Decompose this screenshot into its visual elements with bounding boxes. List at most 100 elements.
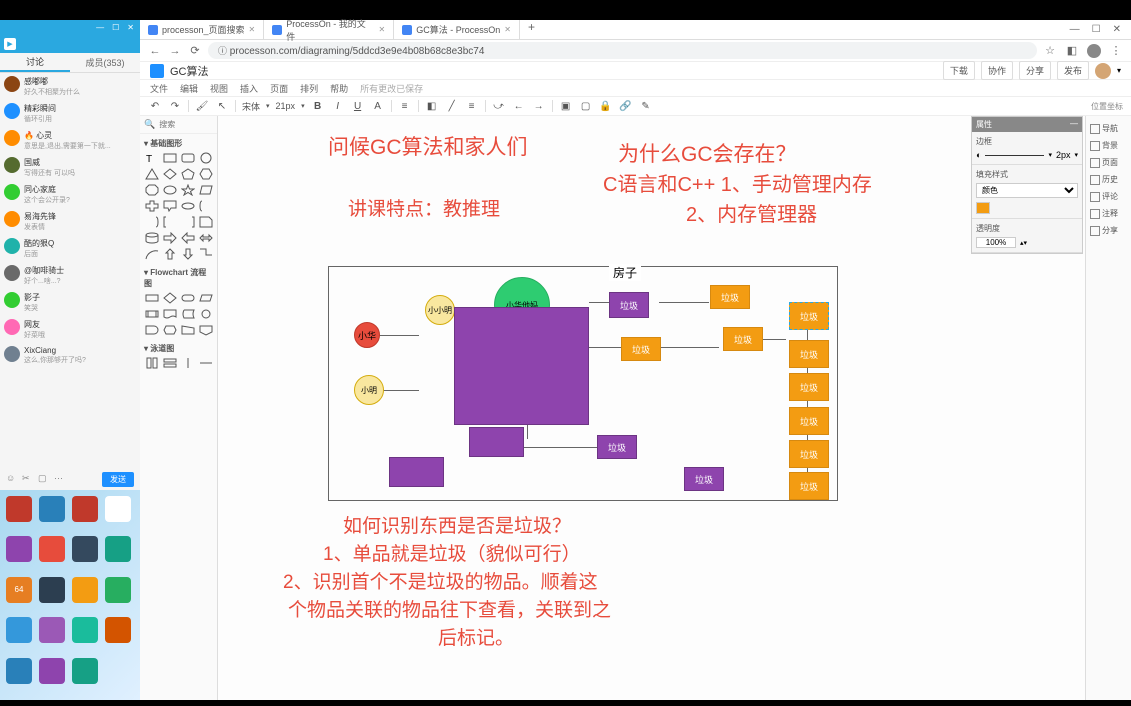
brush-icon[interactable]: 🖌 (195, 99, 209, 113)
browser-tab[interactable]: GC算法 - ProcessOn✕ (394, 20, 520, 39)
shape-parallelogram[interactable] (198, 183, 214, 197)
underline-icon[interactable]: U (351, 99, 365, 113)
app-logo-icon[interactable] (150, 64, 164, 78)
diagram-text[interactable]: 1、单品就是垃圾（貌似可行） (323, 539, 581, 566)
node-rect-selected[interactable]: 垃圾 (789, 302, 829, 330)
shape-stored[interactable] (180, 307, 196, 321)
desk-icon[interactable] (105, 536, 131, 562)
download-button[interactable]: 下载 (943, 61, 975, 80)
desk-icon[interactable] (6, 496, 32, 522)
shape-arrow-lr[interactable] (198, 231, 214, 245)
bold-icon[interactable]: B (311, 99, 325, 113)
node-rect[interactable] (469, 427, 524, 457)
chat-item[interactable]: 精彩瞬间循环引用 (0, 100, 140, 127)
chat-item[interactable]: 🔥 心灵意思是,退出,需要第一下就... (0, 127, 140, 154)
desk-icon[interactable] (39, 577, 65, 603)
shape-connector[interactable] (198, 307, 214, 321)
chat-tab-discuss[interactable]: 讨论 (0, 53, 70, 72)
chat-item[interactable]: @咖啡骑士好个...啥...? (0, 262, 140, 289)
node-rect[interactable]: 垃圾 (597, 435, 637, 459)
align-icon[interactable]: ≡ (398, 99, 412, 113)
shape-section-title[interactable]: ▾ 基础图形 (144, 136, 213, 151)
rt-share[interactable]: 分享 (1088, 222, 1129, 239)
desk-icon[interactable] (39, 617, 65, 643)
chat-item[interactable]: XixCiang这么,你那够开了吗? (0, 343, 140, 368)
shape-hexagon[interactable] (198, 167, 214, 181)
desk-icon[interactable] (6, 536, 32, 562)
close-icon[interactable]: ✕ (1113, 24, 1121, 35)
rt-bg[interactable]: 背景 (1088, 137, 1129, 154)
desk-icon[interactable] (72, 536, 98, 562)
minimize-icon[interactable]: — (1070, 24, 1080, 35)
user-avatar[interactable] (1087, 44, 1101, 58)
chat-min-icon[interactable]: — (96, 23, 104, 32)
undo-icon[interactable]: ↶ (148, 99, 162, 113)
shape-brace-r[interactable] (144, 215, 160, 229)
line-style-icon[interactable]: ≡ (465, 99, 479, 113)
shape-decision[interactable] (162, 291, 178, 305)
new-tab-button[interactable]: + (520, 20, 543, 39)
desk-icon[interactable] (72, 577, 98, 603)
close-icon[interactable]: — (1070, 119, 1078, 130)
node-rect[interactable]: 垃圾 (723, 327, 763, 351)
close-icon[interactable]: ✕ (379, 25, 386, 34)
text-color-icon[interactable]: A (371, 99, 385, 113)
shape-cloud[interactable] (180, 199, 196, 213)
rt-comment[interactable]: 评论 (1088, 188, 1129, 205)
connector[interactable] (379, 390, 419, 391)
shape-text[interactable]: T (144, 151, 160, 165)
node-circle[interactable]: 小华 (354, 322, 380, 348)
emoji-icon[interactable]: ☺ (6, 473, 16, 483)
chat-item[interactable]: 酷的狠Q后面 (0, 235, 140, 262)
menu-view[interactable]: 视图 (210, 82, 228, 95)
app-user-avatar[interactable] (1095, 63, 1111, 79)
diagram-text[interactable]: 个物品关联的物品往下查看，关联到之 (288, 595, 611, 622)
diagram-text[interactable]: 如何识别东西是否是垃圾？ (343, 511, 571, 538)
send-button[interactable]: 发送 (102, 472, 134, 487)
shape-diamond[interactable] (162, 167, 178, 181)
maximize-icon[interactable]: ☐ (1092, 24, 1101, 35)
shape-arrow-d[interactable] (180, 247, 196, 261)
chat-item[interactable]: 感嘟嘟好久不相聚为什么 (0, 73, 140, 100)
desk-icon[interactable] (105, 496, 131, 522)
menu-file[interactable]: 文件 (150, 82, 168, 95)
shape-note[interactable] (198, 215, 214, 229)
desk-icon[interactable] (39, 658, 65, 684)
diagram-text[interactable]: 为什么GC会存在？ (618, 138, 797, 168)
connector[interactable] (589, 347, 624, 348)
shape-roundrect[interactable] (180, 151, 196, 165)
pointer-icon[interactable]: ↖ (215, 99, 229, 113)
shape-cross[interactable] (144, 199, 160, 213)
collab-button[interactable]: 协作 (981, 61, 1013, 80)
shape-circle[interactable] (198, 151, 214, 165)
front-icon[interactable]: ▣ (559, 99, 573, 113)
desk-icon[interactable] (72, 496, 98, 522)
url-input[interactable]: ⓘ processon.com/diagraming/5ddcd3e9e4b08… (208, 42, 1037, 59)
shape-document[interactable] (162, 307, 178, 321)
connector[interactable] (379, 335, 419, 336)
node-rect[interactable]: 垃圾 (789, 340, 829, 368)
extension-icon[interactable]: ◧ (1065, 44, 1079, 57)
shape-star[interactable] (180, 183, 196, 197)
desk-icon[interactable]: 64 (6, 577, 32, 603)
connector[interactable] (659, 347, 719, 348)
menu-insert[interactable]: 插入 (240, 82, 258, 95)
rt-history[interactable]: 历史 (1088, 171, 1129, 188)
chat-item[interactable]: 同心家庭这个会公开录? (0, 181, 140, 208)
shape-arrow-l[interactable] (180, 231, 196, 245)
shape-lane-v[interactable] (144, 356, 160, 370)
diagram-text[interactable]: C语言和C++ 1、手动管理内存 (603, 168, 872, 197)
chat-item[interactable]: 国威写得还有 可以吗 (0, 154, 140, 181)
forward-icon[interactable]: → (168, 45, 182, 57)
share-button[interactable]: 分享 (1019, 61, 1051, 80)
desk-icon[interactable] (72, 658, 98, 684)
back-icon[interactable]: ← (148, 45, 162, 57)
browser-tab[interactable]: ProcessOn - 我的文件✕ (264, 20, 394, 39)
shape-section-title[interactable]: ▾ 泳道图 (144, 341, 213, 356)
chat-close-icon[interactable]: ✕ (127, 23, 134, 32)
shape-offpage[interactable] (198, 323, 214, 337)
desk-icon[interactable] (105, 577, 131, 603)
shape-predefined[interactable] (144, 307, 160, 321)
node-rect[interactable]: 垃圾 (789, 472, 829, 500)
arrow-end-icon[interactable]: → (532, 99, 546, 113)
